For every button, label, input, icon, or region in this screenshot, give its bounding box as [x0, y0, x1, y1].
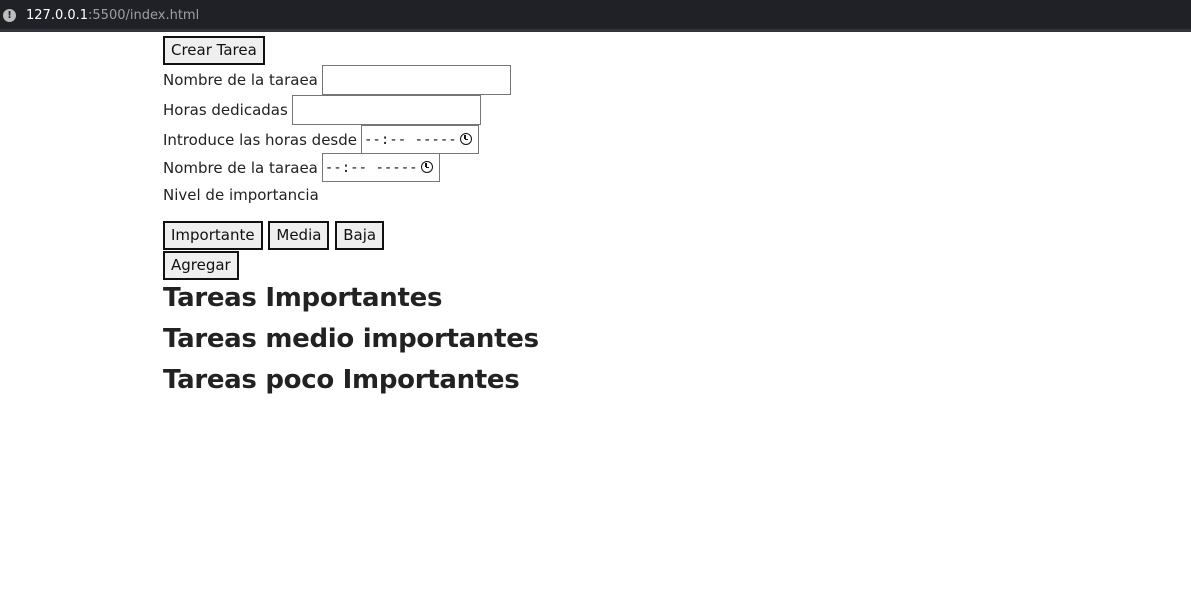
- time-to-row: Nombre de la taraea --:-- -----: [163, 153, 440, 182]
- url-path: :5500/index.html: [88, 8, 200, 23]
- clock-icon[interactable]: [459, 133, 472, 145]
- add-row: Agregar: [163, 251, 239, 280]
- time-from-input[interactable]: --:-- -----: [360, 125, 479, 154]
- hours-row: Horas dedicadas: [163, 95, 481, 125]
- hours-label: Horas dedicadas: [163, 101, 288, 119]
- add-button[interactable]: Agregar: [163, 251, 239, 280]
- importance-label: Nivel de importancia: [163, 185, 319, 204]
- importance-medium-button[interactable]: Media: [268, 221, 330, 250]
- importance-low-button[interactable]: Baja: [335, 221, 385, 250]
- time-to-value: --:-- -----: [324, 160, 418, 176]
- importance-high-button[interactable]: Importante: [163, 221, 263, 250]
- browser-address-bar: ! 127.0.0.1:5500/index.html: [0, 0, 1191, 32]
- importance-label-row: Nivel de importancia: [163, 185, 319, 204]
- create-task-button[interactable]: Crear Tarea: [163, 36, 265, 65]
- importance-options: Importante Media Baja: [163, 221, 385, 250]
- task-name-row: Nombre de la taraea: [163, 65, 511, 95]
- section-important: Tareas Importantes: [163, 283, 443, 313]
- section-medium: Tareas medio importantes: [163, 324, 539, 354]
- info-icon[interactable]: !: [3, 9, 16, 22]
- clock-icon[interactable]: [420, 161, 433, 173]
- time-to-input[interactable]: --:-- -----: [321, 153, 440, 182]
- time-from-row: Introduce las horas desde --:-- -----: [163, 125, 479, 154]
- url-host: 127.0.0.1: [26, 8, 89, 23]
- task-name-input[interactable]: [321, 65, 511, 95]
- time-from-label: Introduce las horas desde: [163, 130, 357, 149]
- task-name-label: Nombre de la taraea: [163, 71, 318, 89]
- time-to-label: Nombre de la taraea: [163, 158, 318, 177]
- section-low: Tareas poco Importantes: [163, 365, 520, 395]
- time-from-value: --:-- -----: [363, 132, 457, 148]
- hours-input[interactable]: [291, 95, 481, 125]
- create-row: Crear Tarea: [163, 36, 265, 65]
- url-text[interactable]: 127.0.0.1:5500/index.html: [26, 8, 199, 24]
